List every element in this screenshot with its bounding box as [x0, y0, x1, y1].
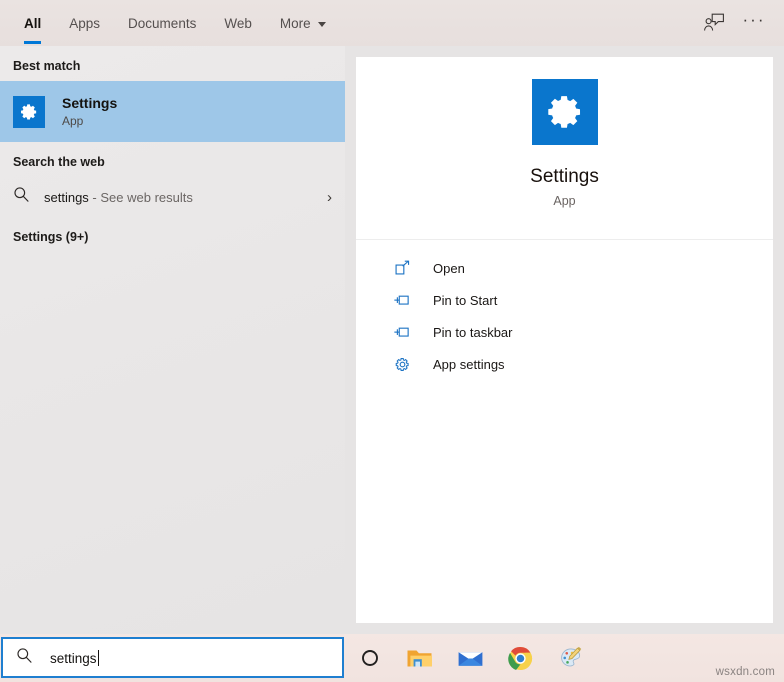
topbar-actions: ··· [696, 0, 784, 46]
pin-icon [392, 322, 412, 342]
app-detail-panel: Settings App Open Pin to Start Pin to ta… [345, 46, 784, 634]
app-hero-section: Settings App [356, 57, 773, 240]
chevron-down-icon [317, 21, 326, 27]
web-result-item[interactable]: settings - See web results › [0, 177, 345, 217]
text-cursor [97, 649, 99, 666]
app-actions-list: Open Pin to Start Pin to taskbar App set… [356, 240, 773, 380]
folder-icon [407, 650, 432, 667]
tab-web-label: Web [224, 15, 252, 31]
taskbar-item-chrome[interactable] [495, 634, 545, 682]
action-app-settings[interactable]: App settings [356, 348, 773, 380]
app-detail-card: Settings App Open Pin to Start Pin to ta… [356, 57, 773, 623]
app-type: App [553, 194, 576, 208]
feedback-person-icon [704, 13, 724, 31]
tab-web[interactable]: Web [210, 0, 266, 46]
feedback-button[interactable] [696, 5, 732, 41]
tab-documents[interactable]: Documents [114, 0, 210, 46]
settings-gear-icon [13, 95, 45, 128]
search-icon [16, 647, 33, 669]
search-filter-bar: All Apps Documents Web More ··· [0, 0, 784, 46]
tab-all-label: All [24, 15, 42, 31]
search-input-value: settings [50, 649, 99, 666]
action-pin-to-taskbar-label: Pin to taskbar [433, 324, 513, 340]
open-external-icon [392, 258, 412, 278]
result-title: Settings [62, 94, 118, 111]
web-result-label: settings - See web results [44, 190, 193, 205]
search-the-web-header: Search the web [13, 155, 105, 169]
taskbar-item-file-explorer[interactable] [395, 634, 445, 682]
tab-more[interactable]: More [266, 0, 340, 46]
action-open[interactable]: Open [356, 252, 773, 284]
tab-apps[interactable]: Apps [55, 0, 114, 46]
more-options-button[interactable]: ··· [736, 5, 772, 41]
gear-glyph-large [547, 96, 580, 128]
settings-group-header: Settings (9+) [13, 230, 89, 244]
paint-palette-icon [560, 646, 581, 666]
taskbar-item-mail[interactable] [445, 634, 495, 682]
chevron-right-icon[interactable]: › [327, 189, 332, 206]
taskbar-app-icons [345, 634, 595, 682]
gear-icon [392, 354, 412, 374]
search-results-panel: Best match Settings App Search the web s… [0, 46, 345, 634]
search-text: settings [50, 650, 97, 666]
result-subtitle: App [62, 113, 84, 128]
app-name: Settings [530, 166, 599, 187]
pin-icon [392, 290, 412, 310]
filter-tabs: All Apps Documents Web More [0, 0, 340, 46]
tab-more-label: More [279, 15, 311, 31]
chrome-icon [507, 646, 532, 670]
cortana-circle-icon [362, 650, 378, 666]
envelope-icon [458, 652, 482, 666]
taskbar-item-cortana[interactable] [345, 634, 395, 682]
action-app-settings-label: App settings [433, 356, 505, 372]
action-pin-to-start[interactable]: Pin to Start [356, 284, 773, 316]
watermark-text: wsxdn.com [715, 666, 775, 678]
ellipsis-icon: ··· [742, 9, 766, 29]
tab-all[interactable]: All [10, 0, 55, 46]
action-open-label: Open [433, 260, 465, 276]
search-icon [13, 186, 37, 208]
taskbar-item-paint-3d[interactable] [545, 634, 595, 682]
web-result-query: settings [44, 189, 89, 205]
taskbar: settings wsxdn.com [0, 634, 784, 682]
best-match-header: Best match [13, 59, 81, 73]
result-item-settings[interactable]: Settings App [0, 81, 345, 142]
tab-apps-label: Apps [69, 15, 101, 31]
web-result-suffix: - See web results [88, 189, 193, 205]
tab-documents-label: Documents [128, 15, 197, 31]
active-tab-underline [24, 41, 42, 44]
search-input[interactable]: settings [1, 637, 344, 678]
settings-gear-icon-large [531, 79, 598, 145]
result-text-block: Settings App [62, 95, 117, 129]
gear-glyph [21, 103, 37, 120]
action-pin-to-taskbar[interactable]: Pin to taskbar [356, 316, 773, 348]
action-pin-to-start-label: Pin to Start [433, 292, 498, 308]
